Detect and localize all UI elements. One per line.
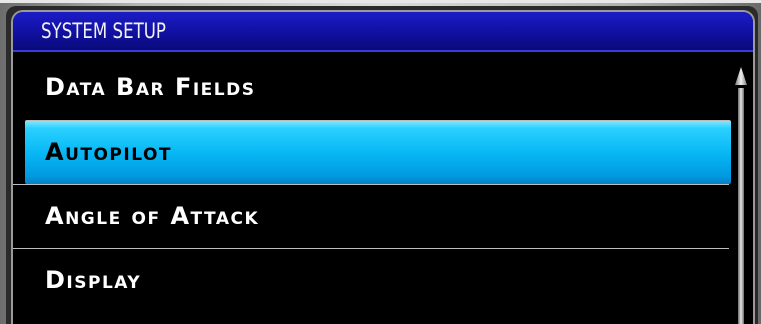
- scroll-up-arrow-icon[interactable]: [734, 66, 748, 86]
- scroll-track[interactable]: [738, 88, 744, 324]
- setup-menu-list: Data Bar Fields Autopilot Angle of Attac…: [13, 56, 731, 312]
- menu-item-label: Angle of Attack: [45, 202, 260, 230]
- window-title: SYSTEM SETUP: [41, 19, 166, 43]
- menu-item-autopilot[interactable]: Autopilot: [25, 120, 731, 184]
- menu-scrollbar[interactable]: [734, 66, 748, 324]
- menu-item-label: Data Bar Fields: [45, 73, 256, 101]
- menu-item-label: Display: [45, 266, 142, 294]
- system-setup-window: SYSTEM SETUP Data Bar Fields Autopilot A…: [11, 10, 755, 324]
- title-bar: SYSTEM SETUP: [13, 12, 753, 52]
- menu-item-label: Autopilot: [45, 138, 172, 166]
- menu-item-data-bar-fields[interactable]: Data Bar Fields: [13, 56, 729, 120]
- device-bezel: SYSTEM SETUP Data Bar Fields Autopilot A…: [0, 0, 761, 324]
- menu-item-angle-of-attack[interactable]: Angle of Attack: [13, 184, 729, 248]
- menu-item-display[interactable]: Display: [13, 248, 729, 312]
